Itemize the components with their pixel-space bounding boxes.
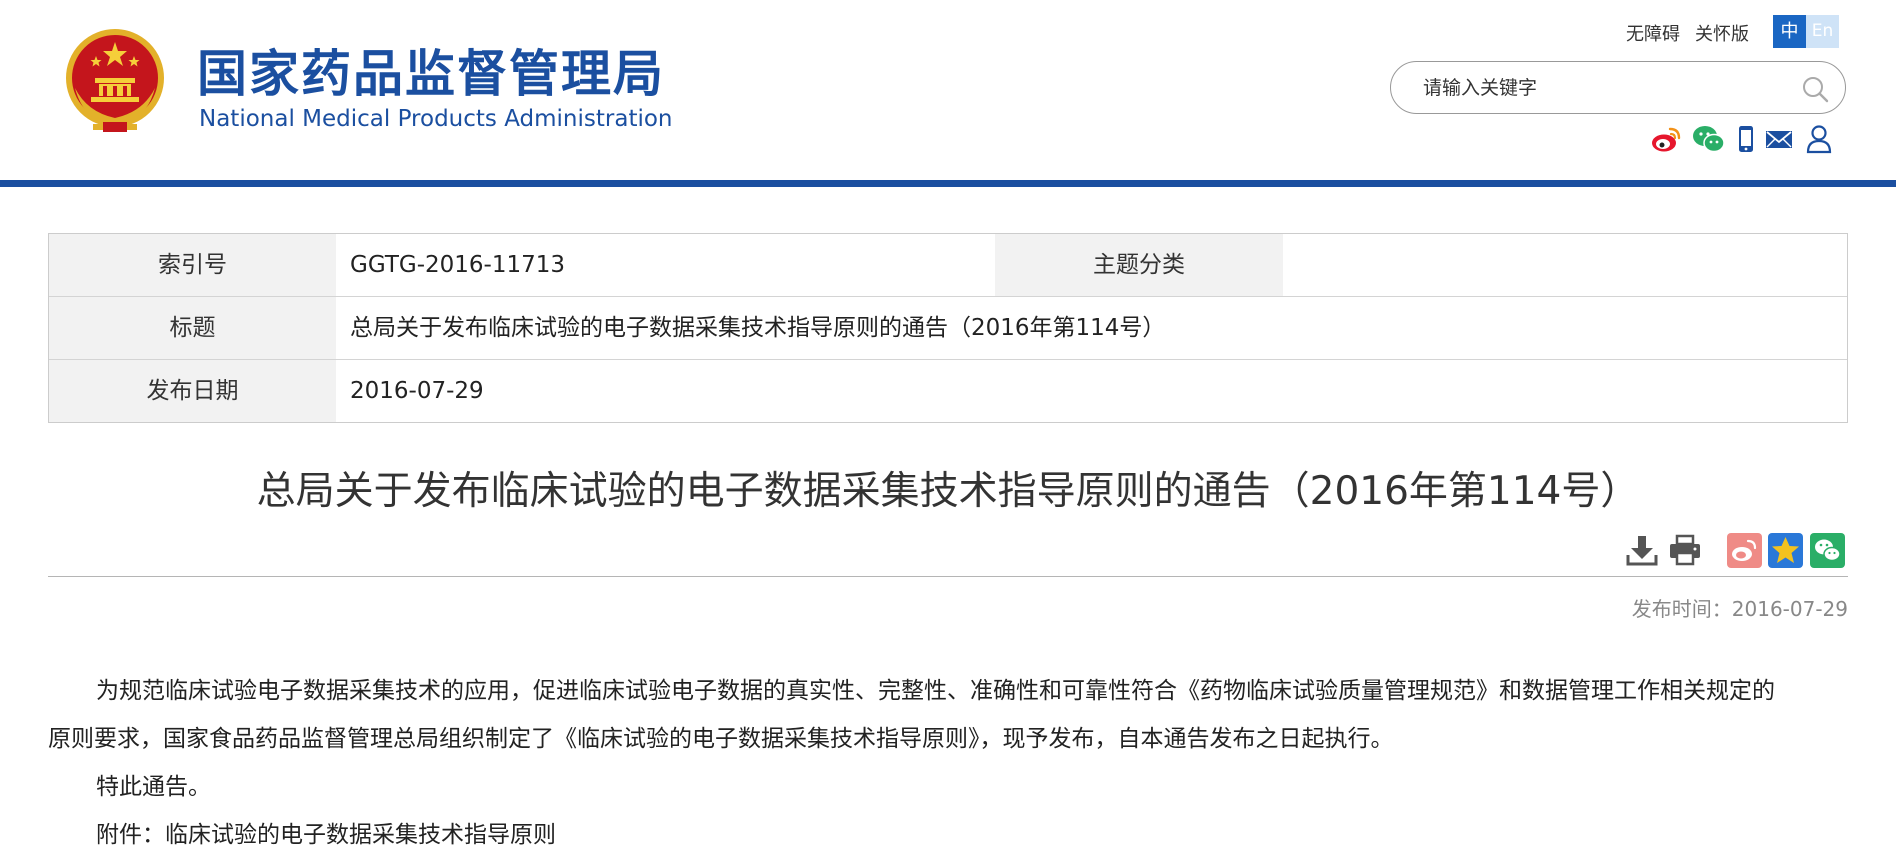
download-icon[interactable] [1625,533,1659,567]
wechat-icon[interactable] [1692,124,1726,154]
mobile-icon[interactable] [1736,124,1756,154]
publish-time-label: 发布时间： [1631,597,1732,621]
title-label: 标题 [49,297,336,359]
weibo-icon[interactable] [1650,124,1682,154]
site-header: 国家药品监督管理局 National Medical Products Admi… [0,0,1896,180]
site-title-en: National Medical Products Administration [199,106,673,132]
category-label: 主题分类 [995,234,1283,296]
favorite-star-icon[interactable] [1768,533,1803,568]
print-icon[interactable] [1668,533,1702,567]
language-zh-button[interactable]: 中 [1773,15,1806,48]
share-wechat-icon[interactable] [1810,533,1845,568]
article-title: 总局关于发布临床试验的电子数据采集技术指导原则的通告（2016年第114号） [256,469,1640,514]
document-info-table: 索引号 GGTG-2016-11713 主题分类 标题 总局关于发布临床试验的电… [48,233,1848,423]
header-divider-bar [0,180,1896,187]
publish-date-label: 发布日期 [49,360,336,422]
title-value: 总局关于发布临床试验的电子数据采集技术指导原则的通告（2016年第114号） [350,315,1166,341]
accessibility-link[interactable]: 无障碍 [1626,20,1680,46]
article-divider [48,576,1848,577]
body-notice: 特此通告。 [96,774,211,800]
body-attachment: 附件：临床试验的电子数据采集技术指导原则 [96,822,556,848]
body-line-1: 为规范临床试验电子数据采集技术的应用，促进临床试验电子数据的真实性、完整性、准确… [96,678,1775,704]
site-title-cn: 国家药品监督管理局 [197,45,665,103]
share-weibo-icon[interactable] [1727,533,1762,568]
category-value [1283,234,1847,296]
search-box [1390,61,1846,114]
user-icon[interactable] [1805,124,1833,154]
index-number-value: GGTG-2016-11713 [350,252,565,278]
mail-icon[interactable] [1764,124,1794,154]
publish-time-value: 2016-07-29 [1731,597,1848,621]
publish-time: 发布时间：2016-07-29 [1632,593,1848,622]
national-emblem-logo[interactable] [63,28,167,134]
language-en-button[interactable]: En [1806,15,1839,48]
publish-date-value: 2016-07-29 [350,378,484,404]
article-body: 为规范临床试验电子数据采集技术的应用，促进临床试验电子数据的真实性、完整性、准确… [48,667,1848,859]
search-input[interactable] [1421,70,1785,106]
care-version-link[interactable]: 关怀版 [1695,20,1749,46]
search-icon[interactable] [1801,75,1829,103]
body-line-2: 原则要求，国家食品药品监督管理总局组织制定了《临床试验的电子数据采集技术指导原则… [48,726,1394,752]
index-number-label: 索引号 [49,234,336,296]
